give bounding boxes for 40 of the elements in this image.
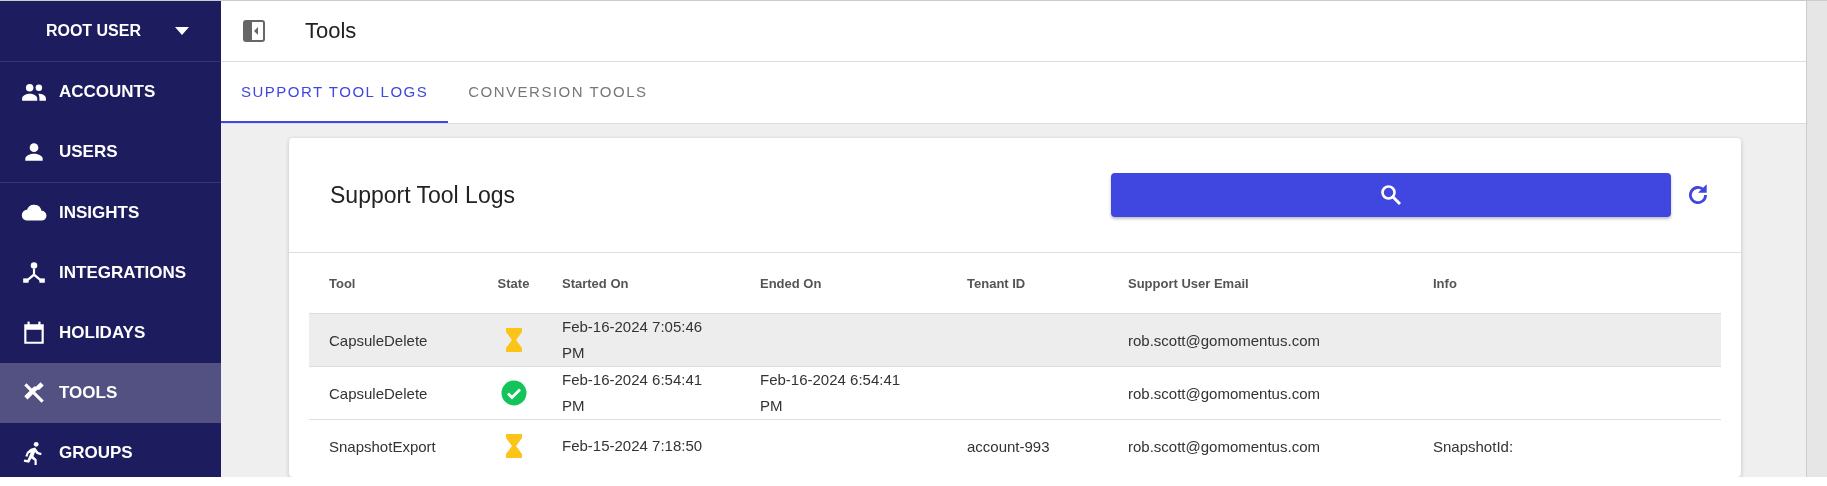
table-row[interactable]: CapsuleDelete Feb-16-2024 6:54:41 PM Feb-16-2024 6:54:41 PM rob.scott@gomomentus.com [309, 366, 1721, 419]
column-header[interactable]: State [485, 275, 542, 291]
column-header[interactable]: Support User Email [1108, 275, 1413, 291]
sidebar-item[interactable]: USERS [0, 122, 221, 182]
table-cell: rob.scott@gomomentus.com [1128, 331, 1320, 349]
calendar-icon [21, 320, 47, 346]
table-cell: SnapshotId: [1433, 437, 1514, 455]
caret-icon[interactable] [175, 27, 189, 35]
collapse-sidebar-icon[interactable] [243, 20, 265, 42]
sidebar-item[interactable]: INSIGHTS [0, 183, 221, 243]
table-cell: CapsuleDelete [329, 331, 428, 349]
column-header[interactable]: Tool [309, 275, 485, 291]
search-icon [1380, 184, 1402, 206]
table-cell-text: Feb-16-2024 7:05:46 PM [562, 317, 704, 363]
table-cell: SnapshotExport [329, 437, 436, 455]
branch-icon [21, 260, 47, 286]
column-header[interactable]: Info [1413, 275, 1721, 291]
sidebar-item[interactable]: HOLIDAYS [0, 303, 221, 363]
table-cell-text: Feb-16-2024 6:54:41 PM [562, 370, 704, 416]
user-name[interactable]: ROOT USER [45, 22, 141, 40]
table-cell-text: Feb-16-2024 6:54:41 PM [760, 370, 902, 416]
table-cell: rob.scott@gomomentus.com [1128, 437, 1320, 455]
sidebar-item[interactable]: INTEGRATIONS [0, 243, 221, 303]
sidebar-item[interactable]: TOOLS [0, 363, 221, 423]
tab[interactable]: SUPPORT TOOL LOGS [221, 62, 449, 123]
column-header[interactable]: Started On [542, 275, 740, 291]
column-header[interactable]: Tenant ID [947, 275, 1108, 291]
table-row[interactable]: SnapshotExport Feb-15-2024 7:18:50 account-993 rob.scott@gomomentus.com SnapshotId: [309, 419, 1721, 472]
page-title: Tools [305, 18, 357, 44]
scrollbar[interactable] [1806, 1, 1827, 477]
sidebar-item[interactable]: GROUPS [0, 423, 221, 477]
card-title: Support Tool Logs [330, 181, 516, 209]
table-cell: rob.scott@gomomentus.com [1128, 384, 1320, 402]
table-cell-text: Feb-15-2024 7:18:50 [562, 436, 704, 456]
column-header[interactable]: Ended On [740, 275, 947, 291]
table-cell: CapsuleDelete [329, 384, 428, 402]
table-cell: account-993 [967, 437, 1050, 455]
sidebar-item[interactable]: ACCOUNTS [0, 62, 221, 122]
table-row[interactable]: CapsuleDelete Feb-16-2024 7:05:46 PM rob.scott@gomomentus.com [309, 313, 1721, 366]
tab[interactable]: CONVERSION TOOLS [448, 62, 668, 123]
